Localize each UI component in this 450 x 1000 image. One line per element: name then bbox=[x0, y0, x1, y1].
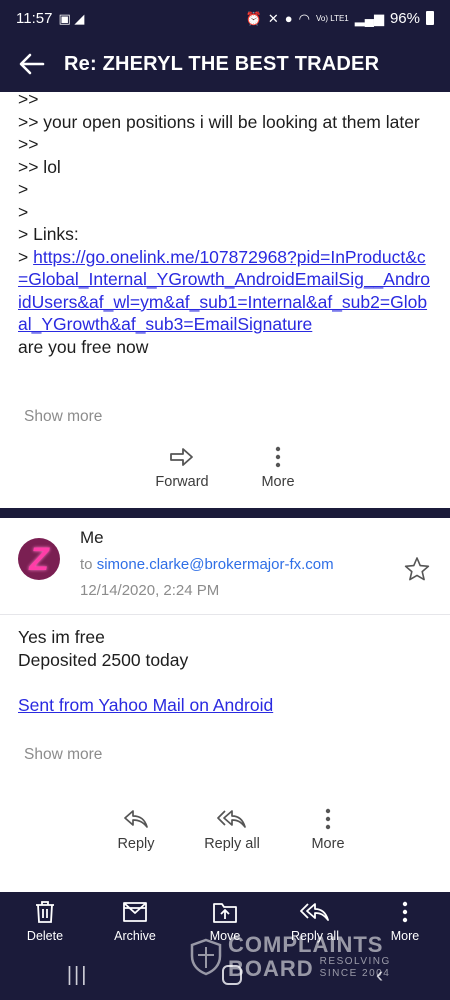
body-line: Deposited 2500 today bbox=[18, 650, 189, 670]
onelink-link[interactable]: https://go.onelink.me/107872968?pid=InPr… bbox=[18, 247, 430, 335]
body-separator bbox=[0, 614, 450, 615]
notification-icons: ▣ ◢ bbox=[58, 10, 85, 26]
quoted-link-line: > https://go.onelink.me/107872968?pid=In… bbox=[18, 246, 432, 336]
to-label: to bbox=[80, 556, 93, 573]
quote-prefix: > bbox=[18, 246, 34, 267]
sender-name: Me bbox=[80, 528, 104, 547]
more-label: More bbox=[261, 474, 295, 490]
location-icon: ● bbox=[284, 10, 293, 26]
message-header[interactable]: Z Me to simone.clarke@brokermajor-fx.com… bbox=[0, 518, 450, 614]
arrow-left-icon bbox=[19, 53, 45, 75]
quoted-line: >> your open positions i will be looking… bbox=[18, 111, 420, 132]
reply-all-icon bbox=[300, 902, 329, 921]
star-icon bbox=[404, 557, 430, 581]
more-vertical-icon bbox=[325, 808, 331, 830]
battery-level: 96% bbox=[389, 9, 420, 27]
show-more-link[interactable]: Show more bbox=[0, 746, 126, 764]
complaintsboard-watermark: COMPLAINTS BOARD RESOLVING SINCE 2004 bbox=[190, 934, 406, 980]
archive-icon bbox=[123, 901, 147, 922]
yahoo-mail-link[interactable]: Sent from Yahoo Mail on Android bbox=[18, 695, 273, 715]
message-date: 12/14/2020, 2:24 PM bbox=[80, 582, 220, 599]
more-button[interactable]: More bbox=[280, 808, 376, 852]
reply-all-button[interactable]: Reply all bbox=[184, 808, 280, 852]
battery-icon bbox=[426, 11, 434, 25]
forward-icon bbox=[170, 448, 193, 466]
forward-label: Forward bbox=[155, 474, 209, 490]
trash-icon bbox=[36, 900, 54, 923]
recipient-line: to simone.clarke@brokermajor-fx.com bbox=[80, 556, 334, 573]
archive-label: Archive bbox=[114, 928, 156, 943]
signal-icon: ▂▄▆ bbox=[354, 10, 384, 26]
quoted-line: are you free now bbox=[18, 336, 149, 357]
reply-label: Reply bbox=[117, 836, 155, 852]
reply-all-label: Reply all bbox=[204, 836, 260, 852]
page-title: Re: ZHERYL THE BEST TRADER bbox=[64, 52, 380, 75]
message-body: Yes im free Deposited 2500 today Sent fr… bbox=[0, 626, 450, 717]
star-button[interactable] bbox=[404, 556, 430, 587]
quoted-line: >> lol bbox=[18, 156, 61, 177]
body-line: Yes im free bbox=[18, 627, 105, 647]
forward-button[interactable]: Forward bbox=[134, 446, 230, 490]
message-body-area: Yes im free Deposited 2500 today Sent fr… bbox=[0, 614, 450, 892]
watermark-line3: RESOLVING SINCE 2004 bbox=[319, 956, 391, 979]
avatar: Z bbox=[18, 538, 60, 580]
mute-icon: ✕ bbox=[267, 10, 279, 26]
shield-icon bbox=[190, 938, 222, 976]
reply-button[interactable]: Reply bbox=[88, 808, 184, 852]
quoted-message: >> >> your open positions i will be look… bbox=[0, 92, 450, 358]
recents-icon[interactable]: ||| bbox=[67, 964, 89, 987]
status-bar: 11:57 ▣ ◢ ⏰ ✕ ● ◠ Vo) LTE1 ▂▄▆ 96% bbox=[0, 0, 450, 36]
message-divider bbox=[0, 508, 450, 518]
alarm-icon: ⏰ bbox=[245, 10, 262, 26]
status-time: 11:57 bbox=[16, 9, 53, 27]
network-label: Vo) LTE1 bbox=[315, 13, 349, 23]
move-folder-icon bbox=[213, 902, 237, 923]
more-button[interactable]: More bbox=[230, 446, 326, 490]
reply-icon bbox=[124, 810, 148, 828]
more-vertical-icon bbox=[275, 446, 281, 468]
quoted-line: >> bbox=[18, 92, 39, 109]
quoted-line: > Links: bbox=[18, 224, 79, 244]
archive-button[interactable]: Archive bbox=[90, 892, 180, 950]
reply-all-icon bbox=[217, 810, 246, 828]
delete-label: Delete bbox=[26, 928, 64, 943]
more-vertical-icon bbox=[402, 901, 408, 922]
quoted-line: > bbox=[18, 179, 29, 199]
watermark-line1: COMPLAINTS bbox=[228, 932, 384, 957]
back-button[interactable] bbox=[0, 36, 64, 92]
app-bar: Re: ZHERYL THE BEST TRADER bbox=[0, 36, 450, 92]
more-label: More bbox=[311, 836, 345, 852]
wifi-icon: ◠ bbox=[298, 10, 310, 26]
quoted-line: > bbox=[18, 201, 29, 222]
watermark-line2: BOARD bbox=[228, 956, 314, 981]
show-more-link[interactable]: Show more bbox=[0, 408, 126, 426]
recipient-email[interactable]: simone.clarke@brokermajor-fx.com bbox=[97, 556, 334, 573]
delete-button[interactable]: Delete bbox=[0, 892, 90, 950]
quoted-line: >> bbox=[18, 134, 39, 154]
